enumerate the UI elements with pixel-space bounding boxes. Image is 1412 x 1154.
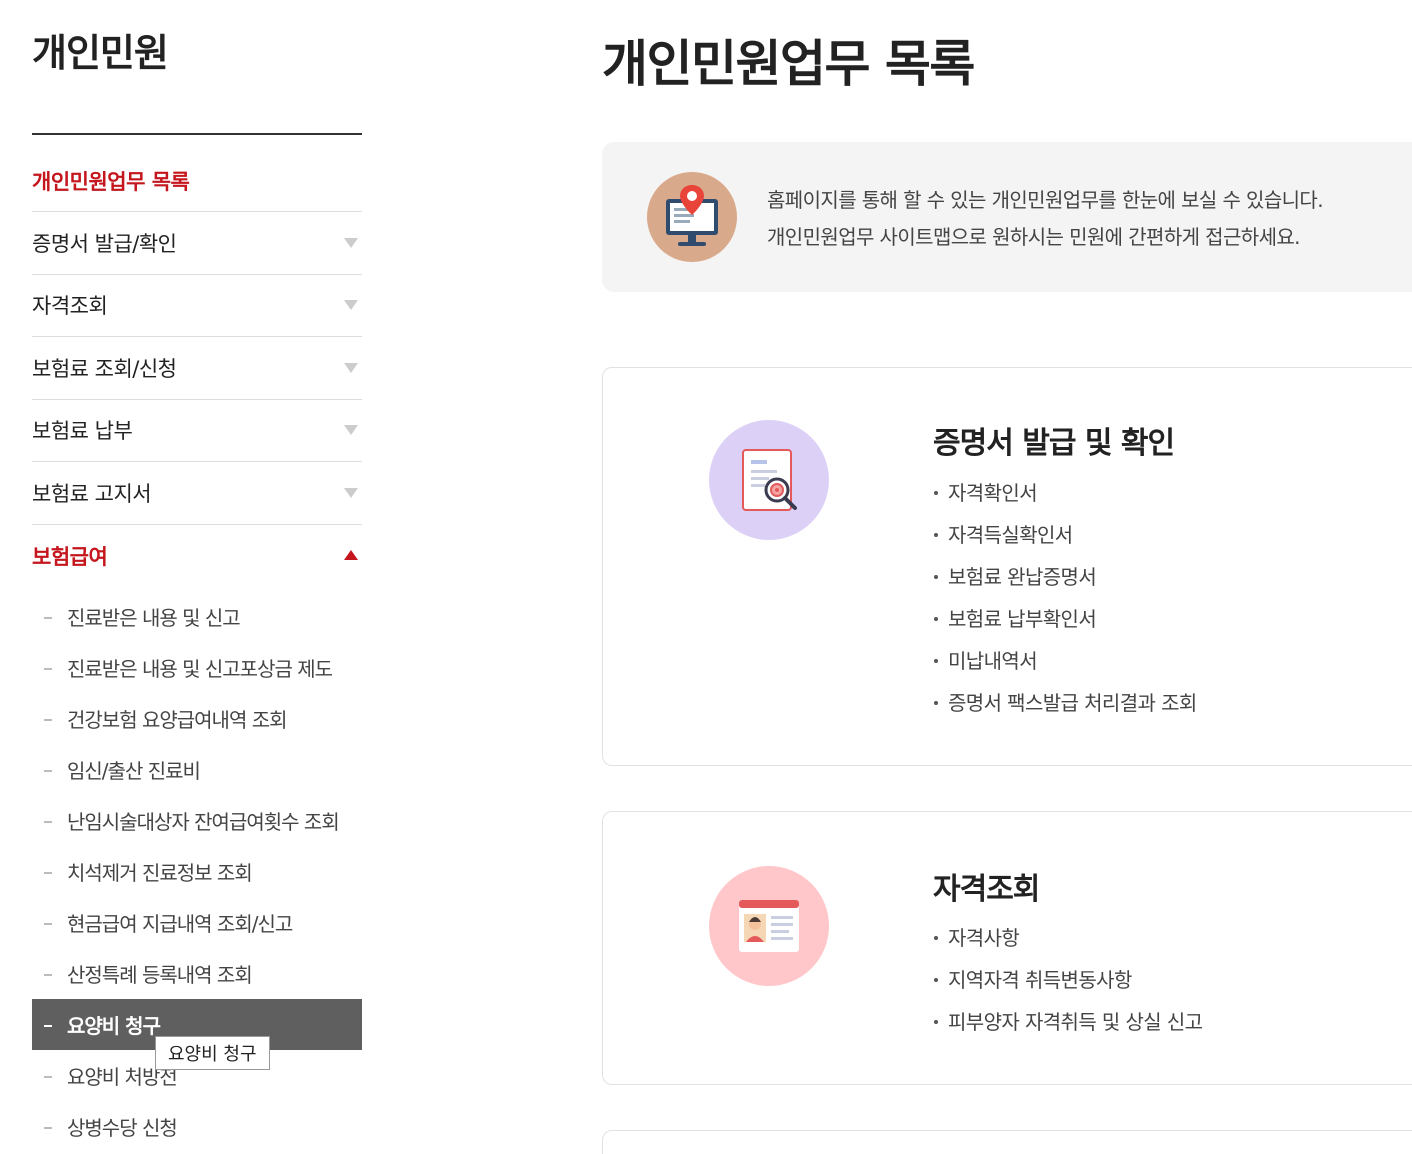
submenu-item[interactable]: 현금급여 지급내역 조회/신고	[32, 897, 362, 948]
submenu-item-label: 진료받은 내용 및 신고	[67, 606, 241, 630]
sidebar-item-label: 보험급여	[32, 544, 108, 569]
sidebar-item-label: 자격조회	[32, 294, 108, 319]
submenu-item[interactable]: 산정특례 등록내역 조회	[32, 948, 362, 999]
card-title: 증명서 발급 및 확인	[933, 426, 1175, 461]
sidebar-item-label: 보험료 고지서	[32, 481, 152, 506]
card-link-list: 자격사항 지역자격 취득변동사항 피부양자 자격취득 및 상실 신고	[933, 917, 1203, 1043]
submenu-item[interactable]: 상병수당 신청	[32, 1101, 362, 1152]
intro-line-1: 홈페이지를 통해 할 수 있는 개인민원업무를 한눈에 보실 수 있습니다.	[767, 188, 1324, 212]
sidebar-item-premium-inquiry[interactable]: 보험료 조회/신청	[32, 337, 362, 400]
card-link[interactable]: 지역자격 취득변동사항	[933, 959, 1202, 1001]
submenu-item-label: 치석제거 진료정보 조회	[67, 861, 253, 885]
id-card-icon	[709, 866, 829, 986]
submenu-item-label: 상병수당 신청	[67, 1116, 178, 1140]
dash-icon	[44, 718, 52, 721]
sidebar-item-certificates[interactable]: 증명서 발급/확인	[32, 212, 362, 275]
dash-icon	[44, 820, 52, 823]
triangle-down-icon	[344, 300, 358, 311]
document-search-icon	[709, 420, 829, 540]
intro-text: 홈페이지를 통해 할 수 있는 개인민원업무를 한눈에 보실 수 있습니다. 개…	[767, 182, 1324, 256]
submenu-item[interactable]: 진료받은 내용 및 신고	[32, 591, 362, 642]
card-link[interactable]: 증명서 팩스발급 처리결과 조회	[933, 682, 1197, 724]
card-link[interactable]: 미납내역서	[933, 640, 1197, 682]
submenu-item-label: 현금급여 지급내역 조회/신고	[67, 912, 293, 936]
sidebar-item-label: 증명서 발급/확인	[32, 231, 177, 256]
dash-icon	[44, 769, 52, 772]
submenu-item-label: 진료받은 내용 및 신고포상금 제도	[67, 657, 333, 681]
card-link-list: 자격확인서 자격득실확인서 보험료 완납증명서 보험료 납부확인서 미납내역서 …	[933, 472, 1197, 724]
sidebar-item-civil-list[interactable]: 개인민원업무 목록	[32, 150, 362, 212]
submenu-item[interactable]: 건강보험 요양급여내역 조회	[32, 693, 362, 744]
dash-icon	[44, 973, 52, 976]
triangle-down-icon	[344, 237, 358, 248]
sidebar-item-label: 보험료 조회/신청	[32, 356, 177, 381]
submenu-item-label: 요양비 청구	[67, 1014, 161, 1038]
sidebar-menu: 개인민원업무 목록 증명서 발급/확인 자격조회 보험료 조회/신청 보험료 납…	[32, 150, 362, 1152]
card-link[interactable]: 보험료 완납증명서	[933, 556, 1197, 598]
submenu-item-label: 난임시술대상자 잔여급여횟수 조회	[67, 810, 340, 834]
dash-icon	[44, 1075, 52, 1078]
page-title: 개인민원업무 목록	[602, 35, 975, 93]
card-certificates: 증명서 발급 및 확인 자격확인서 자격득실확인서 보험료 완납증명서 보험료 …	[602, 367, 1412, 766]
sidebar-divider	[32, 133, 362, 135]
triangle-down-icon	[344, 362, 358, 373]
monitor-location-icon	[647, 172, 737, 262]
sidebar-item-premium-notice[interactable]: 보험료 고지서	[32, 462, 362, 525]
card-eligibility: 자격조회 자격사항 지역자격 취득변동사항 피부양자 자격취득 및 상실 신고	[602, 811, 1412, 1085]
card-link[interactable]: 자격확인서	[933, 472, 1197, 514]
sidebar-item-premium-payment[interactable]: 보험료 납부	[32, 400, 362, 462]
triangle-down-icon	[344, 425, 358, 436]
submenu-item[interactable]: 난임시술대상자 잔여급여횟수 조회	[32, 795, 362, 846]
submenu-item-label: 산정특례 등록내역 조회	[67, 963, 253, 987]
submenu-item[interactable]: 치석제거 진료정보 조회	[32, 846, 362, 897]
card-link[interactable]: 자격사항	[933, 917, 1202, 959]
dash-icon	[44, 616, 52, 619]
dash-icon	[44, 667, 52, 670]
intro-box: 홈페이지를 통해 할 수 있는 개인민원업무를 한눈에 보실 수 있습니다. 개…	[602, 142, 1412, 292]
dash-icon	[44, 1024, 52, 1027]
sidebar-title: 개인민원	[32, 31, 169, 75]
sidebar-item-benefits[interactable]: 보험급여	[32, 525, 362, 588]
dash-icon	[44, 871, 52, 874]
intro-line-2: 개인민원업무 사이트맵으로 원하시는 민원에 간편하게 접근하세요.	[767, 225, 1301, 249]
hover-tooltip: 요양비 청구	[155, 1036, 270, 1070]
card-link[interactable]: 피부양자 자격취득 및 상실 신고	[933, 1001, 1203, 1043]
submenu-item[interactable]: 임신/출산 진료비	[32, 744, 362, 795]
card-link[interactable]: 보험료 납부확인서	[933, 598, 1197, 640]
submenu-item[interactable]: 진료받은 내용 및 신고포상금 제도	[32, 642, 362, 693]
card-title: 자격조회	[933, 872, 1040, 907]
dash-icon	[44, 1126, 52, 1129]
sidebar-item-label: 개인민원업무 목록	[32, 169, 190, 194]
sidebar-item-label: 보험료 납부	[32, 419, 133, 444]
triangle-down-icon	[344, 487, 358, 498]
dash-icon	[44, 922, 52, 925]
card-next	[602, 1130, 1412, 1154]
sidebar-item-eligibility[interactable]: 자격조회	[32, 275, 362, 337]
submenu-item-label: 건강보험 요양급여내역 조회	[67, 708, 288, 732]
submenu-item-label: 임신/출산 진료비	[67, 759, 201, 783]
triangle-up-icon	[344, 549, 358, 560]
card-link[interactable]: 자격득실확인서	[933, 514, 1197, 556]
